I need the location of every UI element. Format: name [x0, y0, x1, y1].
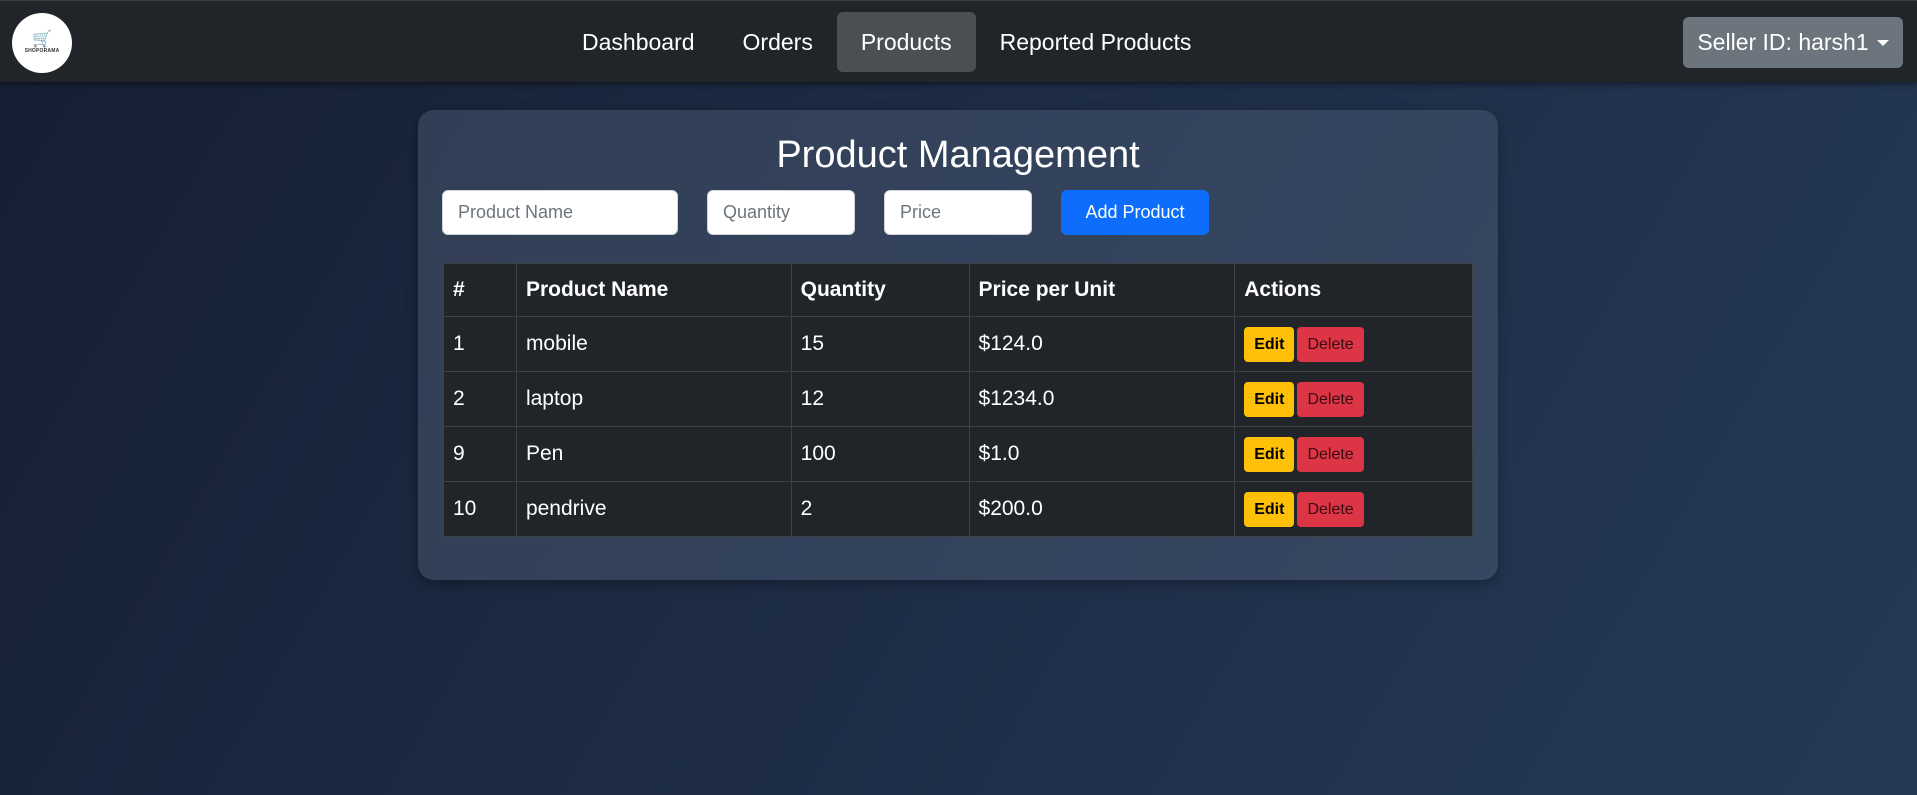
- delete-button[interactable]: Delete: [1297, 491, 1364, 527]
- cell-actions: Edit Delete: [1234, 426, 1473, 482]
- nav-links: Dashboard Orders Products Reported Produ…: [558, 12, 1215, 72]
- caret-down-icon: [1876, 39, 1889, 46]
- cell-price: $1234.0: [968, 371, 1236, 427]
- table-row: 2 laptop 12 $1234.0 Edit Delete: [443, 371, 1473, 427]
- column-header-product-name: Product Name: [515, 263, 792, 317]
- product-management-card: Product Management Add Product # Product…: [418, 110, 1498, 580]
- add-product-button[interactable]: Add Product: [1061, 190, 1209, 235]
- column-header-quantity: Quantity: [790, 263, 970, 317]
- cell-price: $200.0: [968, 481, 1236, 537]
- column-header-price: Price per Unit: [968, 263, 1236, 317]
- shopping-cart-icon: 🛒: [32, 31, 52, 48]
- nav-link-dashboard[interactable]: Dashboard: [558, 12, 719, 72]
- cell-actions: Edit Delete: [1234, 371, 1473, 427]
- seller-id-dropdown[interactable]: Seller ID: harsh1: [1683, 17, 1903, 68]
- price-input[interactable]: [884, 190, 1032, 235]
- edit-button[interactable]: Edit: [1244, 381, 1295, 417]
- delete-button[interactable]: Delete: [1297, 436, 1364, 472]
- nav-link-products[interactable]: Products: [836, 12, 976, 72]
- cell-actions: Edit Delete: [1234, 316, 1473, 372]
- cell-quantity: 100: [790, 426, 970, 482]
- cell-product-name: laptop: [515, 371, 792, 427]
- table-header-row: # Product Name Quantity Price per Unit A…: [443, 263, 1473, 317]
- logo-brand-text: SHOPORAMA: [24, 48, 60, 54]
- seller-id-label: Seller ID: harsh1: [1697, 29, 1869, 55]
- delete-button[interactable]: Delete: [1297, 326, 1364, 362]
- column-header-id: #: [443, 263, 517, 317]
- product-name-input[interactable]: [442, 190, 678, 235]
- cell-price: $1.0: [968, 426, 1236, 482]
- nav-link-reported-products[interactable]: Reported Products: [976, 12, 1216, 72]
- cell-price: $124.0: [968, 316, 1236, 372]
- cell-quantity: 2: [790, 481, 970, 537]
- logo[interactable]: 🛒 SHOPORAMA: [12, 13, 72, 73]
- cell-actions: Edit Delete: [1234, 481, 1473, 537]
- nav-link-orders[interactable]: Orders: [719, 12, 837, 72]
- cell-id: 1: [443, 316, 517, 372]
- edit-button[interactable]: Edit: [1244, 326, 1295, 362]
- cell-id: 2: [443, 371, 517, 427]
- quantity-input[interactable]: [707, 190, 855, 235]
- cell-quantity: 12: [790, 371, 970, 427]
- cell-quantity: 15: [790, 316, 970, 372]
- products-table: # Product Name Quantity Price per Unit A…: [443, 263, 1473, 537]
- table-row: 10 pendrive 2 $200.0 Edit Delete: [443, 481, 1473, 537]
- edit-button[interactable]: Edit: [1244, 491, 1295, 527]
- edit-button[interactable]: Edit: [1244, 436, 1295, 472]
- page-title: Product Management: [776, 134, 1140, 176]
- cell-id: 9: [443, 426, 517, 482]
- cell-product-name: mobile: [515, 316, 792, 372]
- column-header-actions: Actions: [1234, 263, 1473, 317]
- top-navbar: 🛒 SHOPORAMA Dashboard Orders Products Re…: [0, 0, 1917, 82]
- cell-product-name: pendrive: [515, 481, 792, 537]
- cell-id: 10: [443, 481, 517, 537]
- cell-product-name: Pen: [515, 426, 792, 482]
- table-row: 9 Pen 100 $1.0 Edit Delete: [443, 426, 1473, 482]
- delete-button[interactable]: Delete: [1297, 381, 1364, 417]
- table-row: 1 mobile 15 $124.0 Edit Delete: [443, 316, 1473, 372]
